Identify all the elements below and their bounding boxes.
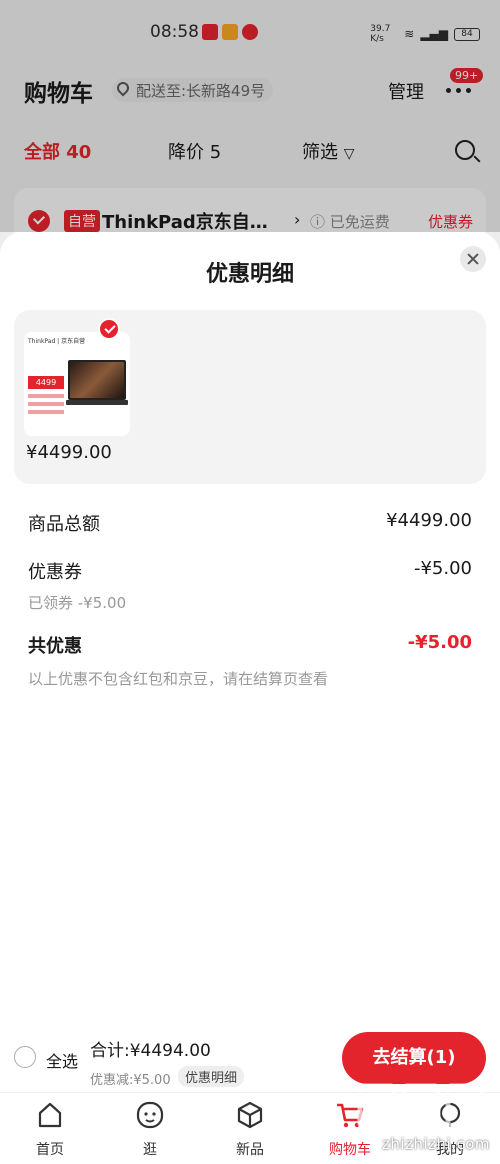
coupon-label: 优惠券 [28, 562, 82, 583]
coupon-row: 优惠券 -¥5.00 已领券 -¥5.00 [28, 558, 472, 618]
thumb-promo-line [28, 394, 64, 398]
discount-note: 以上优惠不包含红包和京豆，请在结算页查看 [28, 670, 329, 688]
thumb-promo-line [28, 410, 64, 414]
tabbar-new[interactable]: 新品 [220, 1099, 280, 1159]
thumb-brand: ThinkPad | 京东自营 [28, 338, 86, 345]
coupon-value: -¥5.00 [413, 558, 472, 579]
discount-detail-sheet: 优惠明细 ThinkPad | 京东自营 4499 ¥4499.00 商品总额 … [0, 232, 500, 1022]
discount-amount: 优惠减:¥5.00 [90, 1073, 171, 1088]
total-discount-value: -¥5.00 [407, 632, 472, 653]
total-amount: 合计:¥4494.00 [90, 1041, 211, 1061]
tabbar-browse-label: 逛 [143, 1142, 157, 1158]
watermark-text: zhizhizhi.com [382, 1135, 490, 1153]
total-discount-label: 共优惠 [28, 636, 82, 657]
tabbar-new-label: 新品 [236, 1142, 264, 1158]
close-icon[interactable] [460, 246, 486, 272]
sheet-title: 优惠明细 [205, 262, 294, 287]
subtotal-value: ¥4499.00 [386, 510, 472, 531]
subtotal-label: 商品总额 [28, 514, 100, 535]
face-icon [136, 1101, 164, 1129]
product-checkbox[interactable] [98, 318, 120, 340]
tabbar-home[interactable]: 首页 [20, 1099, 80, 1159]
product-summary: ThinkPad | 京东自营 4499 ¥4499.00 [14, 310, 486, 484]
coupon-sub: 已领券 -¥5.00 [28, 594, 127, 612]
select-all-checkbox[interactable] [14, 1046, 36, 1068]
discount-detail-button[interactable]: 优惠明细 [178, 1066, 245, 1087]
checkout-button[interactable]: 去结算(1) [342, 1032, 486, 1084]
cube-icon [237, 1101, 263, 1129]
home-icon [38, 1102, 62, 1128]
laptop-image [68, 360, 126, 400]
total-discount-row: 共优惠 -¥5.00 以上优惠不包含红包和京豆，请在结算页查看 [28, 632, 472, 692]
thumb-promo-line [28, 402, 64, 406]
tabbar-browse[interactable]: 逛 [120, 1099, 180, 1159]
select-all-label[interactable]: 全选 [46, 1048, 78, 1072]
product-price: ¥4499.00 [26, 442, 112, 463]
dim-overlay[interactable] [0, 0, 500, 232]
product-thumbnail[interactable]: ThinkPad | 京东自营 4499 [24, 332, 130, 436]
laptop-base [66, 400, 128, 405]
subtotal-row: 商品总额 ¥4499.00 [28, 510, 472, 540]
thumb-price: 4499 [28, 376, 64, 389]
tabbar-home-label: 首页 [36, 1142, 64, 1158]
